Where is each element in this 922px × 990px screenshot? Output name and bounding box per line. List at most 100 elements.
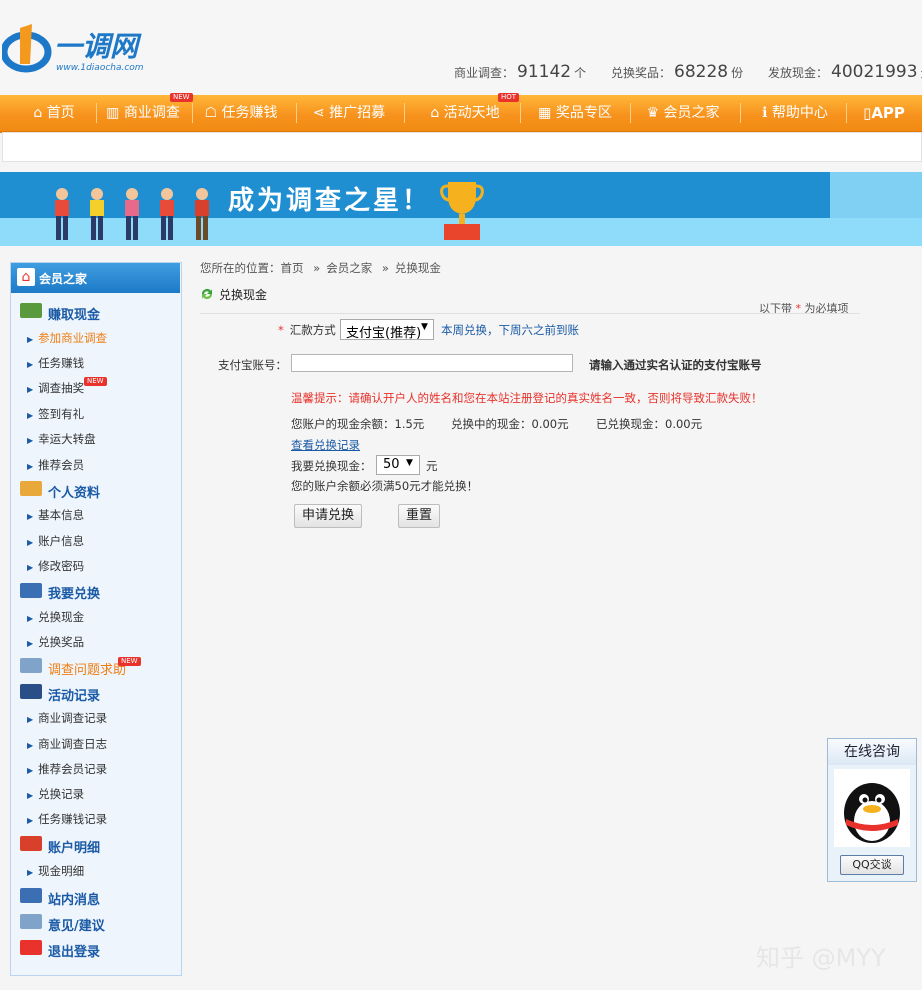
alipay-account-input[interactable] bbox=[291, 354, 573, 372]
gift-icon: ▦ bbox=[538, 105, 552, 121]
sidebar-item-basic-info[interactable]: ▶ 基本信息 bbox=[27, 507, 84, 523]
sidebar-item-wheel[interactable]: ▶ 幸运大转盘 bbox=[27, 431, 96, 447]
stat-surveys: 商业调查： 91142 个 bbox=[454, 62, 587, 82]
amount-label: 我要兑换现金： bbox=[291, 459, 372, 473]
sidebar-item-referral-records[interactable]: ▶ 推荐会员记录 bbox=[27, 761, 107, 777]
nav-tasks[interactable]: ☖ 任务赚钱 bbox=[198, 95, 284, 131]
nav-events[interactable]: ⌂ 活动天地 bbox=[422, 95, 508, 131]
triangle-right-icon: ▶ bbox=[27, 512, 34, 521]
exchange-icon bbox=[20, 583, 42, 598]
sidebar-item-account-info[interactable]: ▶ 账户信息 bbox=[27, 533, 84, 549]
online-consult-widget: 在线咨询 QQ交谈 bbox=[827, 738, 917, 882]
stat-prizes: 兑换奖品： 68228 份 bbox=[611, 62, 744, 82]
triangle-right-icon: ▶ bbox=[27, 411, 34, 420]
triangle-right-icon: ▶ bbox=[27, 335, 34, 344]
sidebar-item-survey-records[interactable]: ▶ 商业调查记录 bbox=[27, 710, 107, 726]
main-nav: ⌂ 首页 ▥ 商业调查 NEW ☖ 任务赚钱 ⋖ 推广招募 ⌂ 活动天地 HOT… bbox=[0, 93, 922, 133]
stat-cash: 发放现金：40021993元 bbox=[768, 62, 922, 82]
records-link[interactable]: 查看兑换记录 bbox=[291, 437, 360, 453]
balance-text: 您账户的现金余额：1.5元 bbox=[291, 417, 425, 431]
breadcrumb-member-home[interactable]: 会员之家 bbox=[326, 261, 372, 275]
help-request-icon bbox=[20, 658, 42, 673]
help-icon: ℹ bbox=[762, 105, 768, 121]
home-icon: ⌂ bbox=[33, 105, 43, 121]
sidebar-section-survey-help[interactable]: 调查问题求助 bbox=[48, 659, 126, 678]
sidebar-item-exchange-cash[interactable]: ▶ 兑换现金 bbox=[27, 609, 84, 625]
crown-icon: ♛ bbox=[646, 105, 660, 121]
hot-badge: HOT bbox=[498, 93, 520, 102]
people-illustration bbox=[55, 188, 209, 240]
qq-penguin-icon bbox=[834, 769, 910, 847]
account-hint: 请输入通过实名认证的支付宝账号 bbox=[589, 358, 762, 372]
new-badge: NEW bbox=[84, 377, 107, 386]
site-logo[interactable]: 一调网 www.1diaocha.com bbox=[0, 20, 162, 80]
triangle-right-icon: ▶ bbox=[27, 639, 34, 648]
sidebar-item-change-password[interactable]: ▶ 修改密码 bbox=[27, 558, 84, 574]
watermark: 知乎 @MYY bbox=[756, 944, 886, 972]
banner-slogan: 成为调查之星！ bbox=[228, 186, 432, 216]
sidebar-item-exchange-records[interactable]: ▶ 兑换记录 bbox=[27, 786, 84, 802]
sidebar-section-activity-records[interactable]: 活动记录 bbox=[48, 685, 100, 704]
triangle-right-icon: ▶ bbox=[27, 791, 34, 800]
sidebar-section-earn-cash[interactable]: 赚取现金 bbox=[48, 304, 100, 323]
records-icon bbox=[20, 684, 42, 699]
new-badge: NEW bbox=[170, 93, 193, 102]
triangle-right-icon: ▶ bbox=[27, 360, 34, 369]
new-badge: NEW bbox=[118, 657, 141, 666]
sidebar-item-survey-log[interactable]: ▶ 商业调查日志 bbox=[27, 736, 107, 752]
sidebar-item-join-survey[interactable]: ▶ 参加商业调查 bbox=[27, 330, 107, 346]
exchanged-text: 已兑换现金：0.00元 bbox=[596, 417, 703, 431]
triangle-right-icon: ▶ bbox=[27, 462, 34, 471]
triangle-right-icon: ▶ bbox=[27, 816, 34, 825]
nav-promotion[interactable]: ⋖ 推广招募 bbox=[306, 95, 392, 131]
sidebar-section-messages[interactable]: 站内消息 bbox=[48, 889, 100, 908]
account-detail-icon bbox=[20, 836, 42, 851]
triangle-right-icon: ▶ bbox=[27, 538, 34, 547]
method-label: * 汇款方式 bbox=[278, 323, 336, 337]
triangle-right-icon: ▶ bbox=[27, 715, 34, 724]
sidebar-item-exchange-prizes[interactable]: ▶ 兑换奖品 bbox=[27, 634, 84, 650]
chart-icon: ▥ bbox=[106, 105, 120, 121]
triangle-right-icon: ▶ bbox=[27, 614, 34, 623]
account-label: 支付宝账号： bbox=[218, 358, 287, 372]
sidebar-section-feedback[interactable]: 意见/建议 bbox=[48, 915, 105, 934]
breadcrumb: 您所在的位置：首页 » 会员之家 » 兑换现金 bbox=[200, 261, 441, 275]
sidebar-item-checkin[interactable]: ▶ 签到有礼 bbox=[27, 406, 84, 422]
logo-url: www.1diaocha.com bbox=[56, 63, 144, 73]
amount-select[interactable]: 50 ▼ bbox=[376, 455, 420, 475]
sidebar-section-exchange[interactable]: 我要兑换 bbox=[48, 583, 100, 602]
method-select[interactable]: 支付宝(推荐) ▼ bbox=[340, 319, 434, 341]
triangle-right-icon: ▶ bbox=[27, 436, 34, 445]
nav-help[interactable]: ℹ 帮助中心 bbox=[752, 95, 838, 131]
sidebar-section-profile[interactable]: 个人资料 bbox=[48, 482, 100, 501]
share-icon: ⋖ bbox=[312, 105, 325, 121]
sidebar-item-cash-details[interactable]: ▶ 现金明细 bbox=[27, 863, 84, 879]
triangle-right-icon: ▶ bbox=[27, 385, 34, 394]
triangle-right-icon: ▶ bbox=[27, 563, 34, 572]
sidebar-item-lottery[interactable]: ▶ 调查抽奖 bbox=[27, 380, 84, 396]
nav-app[interactable]: ▯APP bbox=[854, 95, 914, 131]
nav-member-home[interactable]: ♛ 会员之家 bbox=[640, 95, 726, 131]
warning-text: 温馨提示：请确认开户人的姓名和您在本站注册登记的真实姓名一致，否则将导致汇款失败… bbox=[291, 391, 763, 405]
divider bbox=[200, 313, 860, 314]
sidebar-section-logout[interactable]: 退出登录 bbox=[48, 941, 100, 960]
method-note: 本周兑换，下周六之前到账 bbox=[441, 323, 579, 337]
reset-button[interactable]: 重置 bbox=[398, 504, 440, 528]
nav-home[interactable]: ⌂ 首页 bbox=[18, 95, 90, 131]
qq-chat-button[interactable]: QQ交谈 bbox=[840, 855, 904, 875]
sidebar-item-task-records[interactable]: ▶ 任务赚钱记录 bbox=[27, 811, 107, 827]
page-title: 兑换现金 bbox=[219, 288, 268, 302]
task-icon: ☖ bbox=[204, 105, 218, 121]
breadcrumb-home[interactable]: 首页 bbox=[281, 261, 304, 275]
sidebar-section-account-details[interactable]: 账户明细 bbox=[48, 837, 100, 856]
nav-prizes[interactable]: ▦ 奖品专区 bbox=[532, 95, 618, 131]
pending-text: 兑换中的现金：0.00元 bbox=[451, 417, 569, 431]
sidebar-item-tasks[interactable]: ▶ 任务赚钱 bbox=[27, 355, 84, 371]
triangle-right-icon: ▶ bbox=[27, 868, 34, 877]
chevron-down-icon: ▼ bbox=[421, 322, 428, 332]
chevron-down-icon: ▼ bbox=[406, 458, 413, 468]
submit-exchange-button[interactable]: 申请兑换 bbox=[294, 504, 362, 528]
breadcrumb-current: 兑换现金 bbox=[394, 261, 441, 275]
sidebar-item-refer[interactable]: ▶ 推荐会员 bbox=[27, 457, 84, 473]
profile-icon bbox=[20, 481, 42, 496]
